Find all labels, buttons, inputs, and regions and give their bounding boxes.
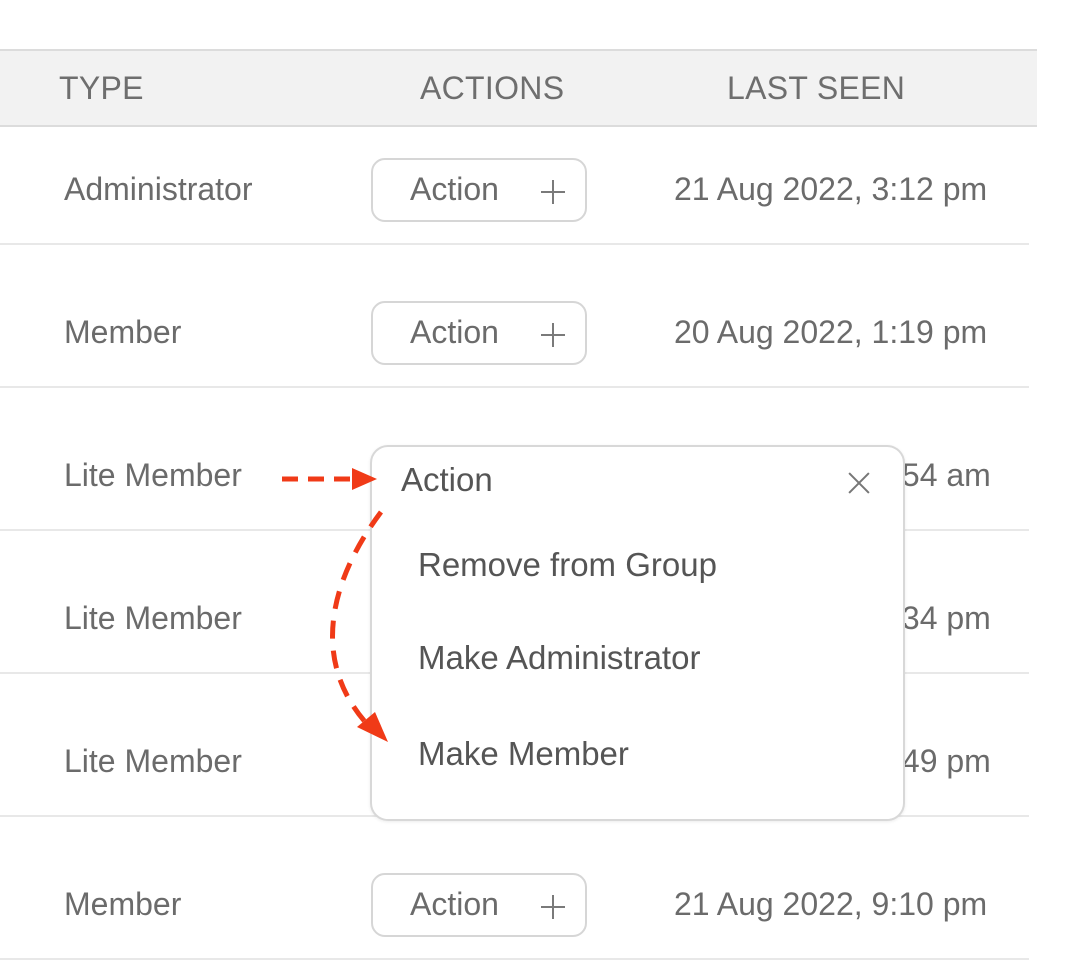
cell-type: Member (64, 886, 182, 922)
menu-item-make-member[interactable]: Make Member (418, 735, 629, 773)
action-button[interactable]: Action (371, 873, 587, 937)
popup-title: Action (401, 461, 493, 498)
cell-last-seen: :34 pm (893, 600, 991, 636)
cell-type: Lite Member (64, 600, 242, 636)
action-button[interactable]: Action (371, 301, 587, 365)
action-button-label: Action (410, 171, 499, 207)
action-menu-popup: Action Remove from Group Make Administra… (370, 445, 905, 821)
plus-icon (541, 895, 565, 919)
menu-item-remove-from-group[interactable]: Remove from Group (418, 546, 717, 584)
plus-icon (541, 180, 565, 204)
cell-last-seen: :54 am (893, 457, 991, 493)
cell-last-seen: 21 Aug 2022, 3:12 pm (674, 171, 988, 207)
action-button-label: Action (410, 314, 499, 350)
table-row: Member Action 20 Aug 2022, 1:19 pm (0, 243, 1029, 388)
table-row: Member Action 21 Aug 2022, 9:10 pm (0, 815, 1029, 960)
action-button-label: Action (410, 886, 499, 922)
cell-type: Lite Member (64, 457, 242, 493)
action-button[interactable]: Action (371, 158, 587, 222)
cell-type: Administrator (64, 171, 253, 207)
menu-item-make-administrator[interactable]: Make Administrator (418, 639, 700, 677)
plus-icon (541, 323, 565, 347)
cell-type: Member (64, 314, 182, 350)
cell-last-seen: 20 Aug 2022, 1:19 pm (674, 314, 988, 350)
cell-last-seen: 21 Aug 2022, 9:10 pm (674, 886, 988, 922)
cell-last-seen: :49 pm (893, 743, 991, 779)
cell-type: Lite Member (64, 743, 242, 779)
close-icon[interactable] (848, 472, 870, 494)
table-row: Administrator Action 21 Aug 2022, 3:12 pm (0, 100, 1029, 245)
